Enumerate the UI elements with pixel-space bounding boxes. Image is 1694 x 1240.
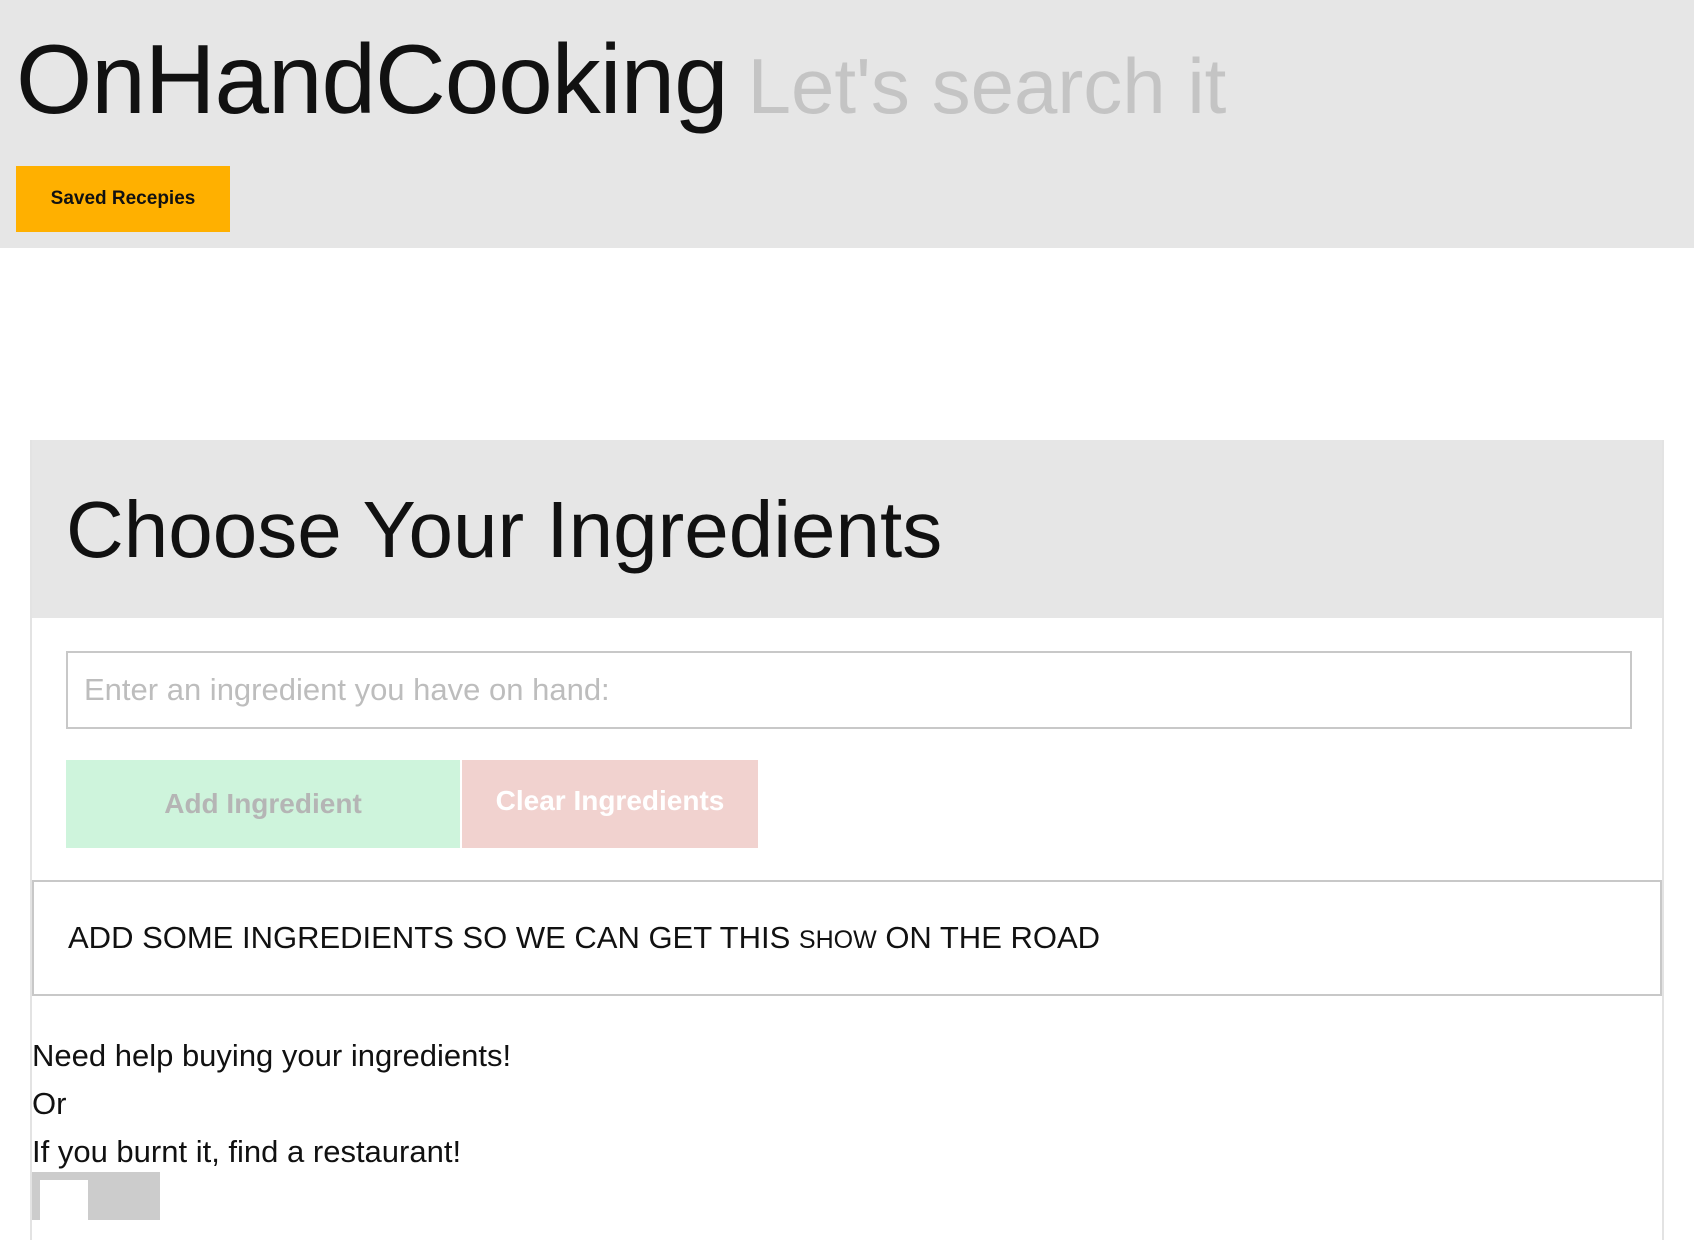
notice-text: ADD SOME INGREDIENTS SO WE CAN GET THIS … — [68, 922, 1100, 953]
app-tagline: Let's search it — [747, 42, 1227, 130]
help-line-restaurant: If you burnt it, find a restaurant! — [32, 1134, 462, 1169]
widget-inner-box[interactable] — [40, 1180, 88, 1220]
clear-ingredients-button[interactable]: Clear Ingredients — [462, 760, 758, 848]
app-title: OnHandCooking — [16, 24, 729, 134]
panel-title: Choose Your Ingredients — [66, 485, 943, 574]
ingredients-notice: ADD SOME INGREDIENTS SO WE CAN GET THIS … — [32, 880, 1662, 996]
help-line-buy: Need help buying your ingredients! — [32, 1038, 512, 1073]
help-line-or: Or — [32, 1086, 67, 1121]
ingredient-input[interactable] — [66, 651, 1632, 729]
saved-recipes-button[interactable]: Saved Recepies — [16, 166, 230, 232]
partial-widget[interactable] — [32, 1172, 160, 1220]
help-text: Need help buying your ingredients! Or If… — [32, 1032, 511, 1176]
notice-text-part3: ON THE ROAD — [885, 920, 1101, 955]
notice-text-part1: ADD SOME INGREDIENTS SO WE CAN GET THIS — [68, 920, 791, 955]
notice-text-show: SHOW — [798, 926, 877, 954]
add-ingredient-button[interactable]: Add Ingredient — [66, 760, 460, 848]
top-header: OnHandCooking Let's search it Saved Recep… — [0, 0, 1694, 248]
ingredients-panel: Choose Your Ingredients Add Ingredient C… — [30, 440, 1664, 1240]
brand: OnHandCooking Let's search it — [16, 30, 1226, 128]
panel-header: Choose Your Ingredients — [32, 440, 1662, 618]
